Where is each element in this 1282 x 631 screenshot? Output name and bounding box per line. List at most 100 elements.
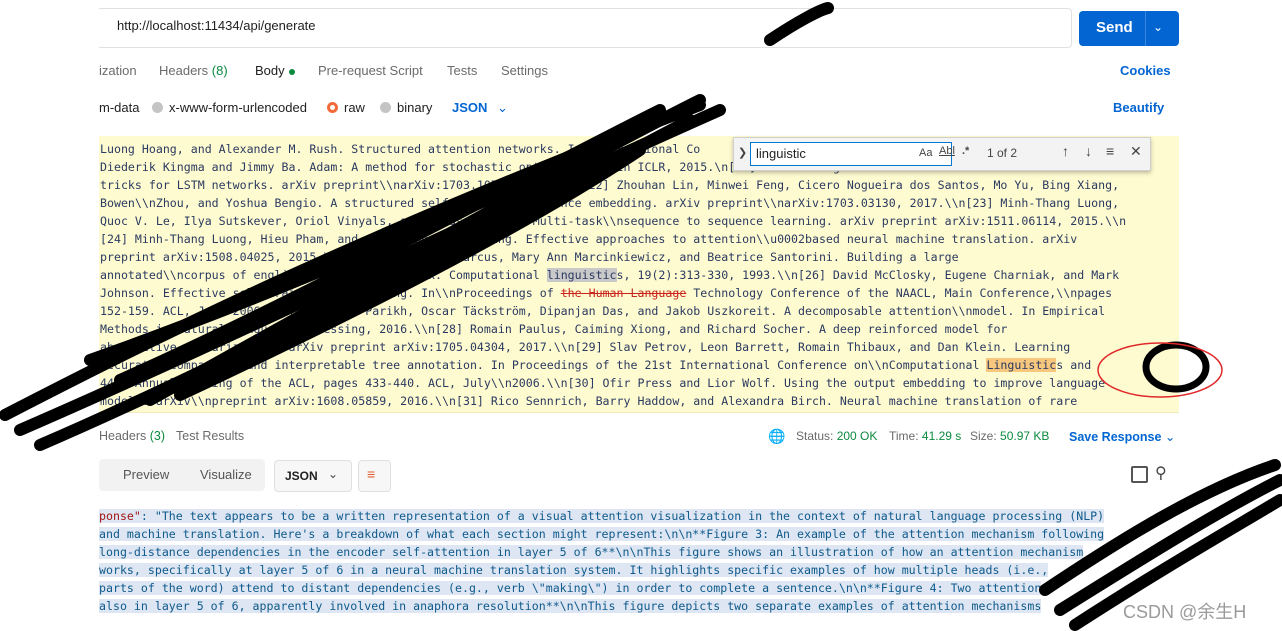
whole-word-icon[interactable]: Abl [939,145,955,157]
modified-dot-icon [288,68,295,75]
radio-icon [152,102,163,113]
request-body-editor[interactable]: Luong Hoang, and Alexander M. Rush. Stru… [99,136,1179,413]
tab-count: (8) [211,63,228,78]
code-line: Quoc V. Le, Ilya Sutskever, Oriol Vinyal… [100,214,1127,228]
send-label: Send [1096,19,1133,36]
status-value: 200 OK [836,429,878,443]
send-button[interactable]: Send ⌄ [1079,11,1179,46]
tab-pre-request-script[interactable]: Pre-request Script [318,63,423,78]
response-status: Status: 200 OK [796,429,877,443]
send-divider [1145,11,1146,46]
response-line: ponse": "The text appears to be a writte… [99,509,1105,523]
code-line: models. arXiv\\npreprint arXiv:1608.0585… [100,394,1078,408]
annotation-strike: the Human Language [560,286,687,300]
response-line: also in layer 5 of 6, apparently involve… [99,599,1042,613]
response-size: Size: 50.97 KB [970,429,1049,443]
response-line: works, specifically at layer 5 of 6 in a… [99,563,1049,577]
tab-label: Settings [501,63,548,78]
tab-body[interactable]: Body [255,63,295,78]
find-widget: ❯ linguistic Aa Abl .* 1 of 2 ↑ ↓ ≡ ✕ [733,137,1151,171]
response-tab-test-results[interactable]: Test Results [176,429,244,443]
radio-selected-icon [327,102,338,113]
chevron-right-icon[interactable]: ❯ [738,146,747,159]
code-line: Johnson. Effective self-training for par… [100,286,1113,300]
json-key: ponse" [99,509,141,523]
response-format-select[interactable]: JSON ⌄ [274,460,352,492]
body-format-label: JSON [452,100,488,115]
code-line: [24] Minh-Thang Luong, Hieu Pham, and Ch… [100,232,1078,246]
search-icon[interactable]: ⚲ [1155,463,1167,483]
radio-binary[interactable]: binary [380,100,432,115]
code-line: Luong Hoang, and Alexander M. Rush. Stru… [100,142,701,156]
tab-label: Body [255,63,285,78]
radio-label: m-data [99,100,140,115]
save-response-button[interactable]: Save Response ⌄ [1069,429,1175,444]
time-value: 41.29 s [921,429,962,443]
code-line: Methods in Natural Language Processing, … [100,322,1008,336]
view-visualize[interactable]: Visualize [200,467,252,482]
response-line: parts of the word) attend to distant dep… [99,581,1042,595]
cookies-link[interactable]: Cookies [1120,63,1171,78]
code-line: preprint arXiv:1508.04025, 2015.\\n[25] … [100,250,959,264]
save-response-label: Save Response [1069,430,1162,444]
copy-icon[interactable] [1131,466,1148,483]
code-line: 44th Annual Meeting of the ACL, pages 43… [100,376,1106,390]
response-line: long-distance dependencies in the encode… [99,545,1084,559]
beautify-link[interactable]: Beautify [1113,100,1164,115]
match-case-icon[interactable]: Aa [919,147,932,159]
response-format-label: JSON [285,469,318,483]
chevron-down-icon[interactable]: ⌄ [1153,20,1163,34]
size-value: 50.97 KB [1000,429,1050,443]
radio-raw[interactable]: raw [327,100,365,115]
code-line: accurate, compact,\\nand interpretable t… [100,358,1092,372]
tab-label: Pre-request Script [318,63,423,78]
code-line: annotated\\ncorpus of english: The penn … [100,268,1120,282]
code-line: abstractive summarization. arXiv preprin… [100,340,1071,354]
tab-settings[interactable]: Settings [501,63,548,78]
response-body-editor[interactable]: ponse": "The text appears to be a writte… [99,504,1169,622]
radio-icon [380,102,391,113]
body-format-select[interactable]: JSON ⌄ [452,100,508,116]
tab-authorization[interactable]: ization [99,63,137,78]
response-line: and machine translation. Here's a breakd… [99,527,1105,541]
tab-label: Headers [99,429,147,443]
tab-tests[interactable]: Tests [447,63,477,78]
view-preview[interactable]: Preview [123,467,169,482]
tab-headers[interactable]: Headers (8) [159,63,228,78]
radio-label: raw [344,100,365,115]
time-label: Time: [889,429,919,443]
find-match-count: 1 of 2 [987,146,1018,160]
response-view-switch: Preview Visualize [99,459,265,491]
wrap-lines-button[interactable]: ≡ [358,460,391,492]
radio-label: x-www-form-urlencoded [169,100,307,115]
tab-label: ization [99,63,137,78]
regex-icon[interactable]: .* [962,145,969,157]
watermark: CSDN @余生H [1123,602,1247,622]
response-time: Time: 41.29 s [889,429,961,443]
tab-label: Test Results [176,429,245,443]
close-icon[interactable]: ✕ [1130,143,1142,160]
size-label: Size: [970,429,997,443]
search-match: Linguistic [986,358,1057,372]
tab-label: Tests [447,63,478,78]
radio-form-data[interactable]: m-data [99,100,139,115]
globe-icon[interactable]: 🌐 [768,428,785,445]
search-match: linguistic [546,268,617,282]
radio-x-www-form-urlencoded[interactable]: x-www-form-urlencoded [152,100,307,115]
tab-label: Headers [159,63,209,78]
radio-label: binary [397,100,433,115]
find-query: linguistic [756,146,806,161]
find-in-selection-icon[interactable]: ≡ [1106,143,1114,159]
code-line: Bowen\\nZhou, and Yoshua Bengio. A struc… [100,196,1120,210]
code-line: 152-159. ACL, June 2006.\\n[27] Ankur Pa… [100,304,1106,318]
status-label: Status: [796,429,834,443]
code-line: tricks for LSTM networks. arXiv preprint… [100,178,1120,192]
chevron-down-icon: ⌄ [1164,430,1176,444]
chevron-down-icon: ⌄ [497,100,508,115]
wrap-icon: ≡ [367,466,376,482]
response-tab-headers[interactable]: Headers (3) [99,429,165,443]
url-input[interactable]: http://localhost:11434/api/generate [117,18,316,33]
arrow-down-icon[interactable]: ↓ [1085,143,1092,159]
find-input[interactable]: linguistic Aa [750,142,952,166]
arrow-up-icon[interactable]: ↑ [1062,143,1069,159]
